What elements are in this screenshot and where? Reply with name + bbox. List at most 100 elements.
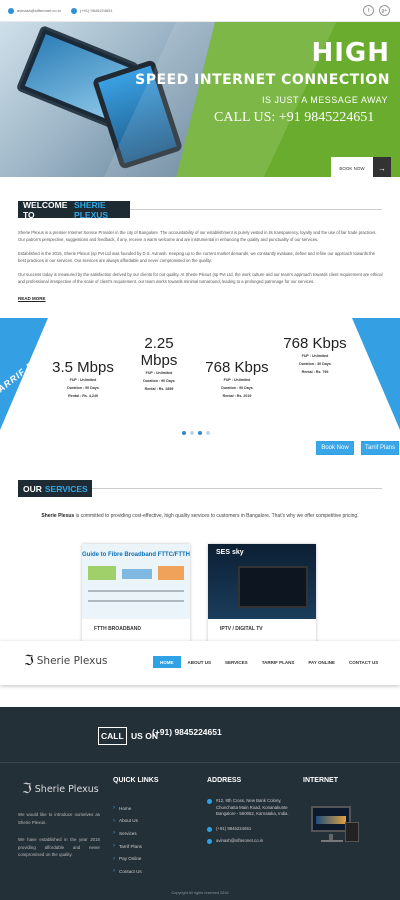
footer-call-phone[interactable]: (+91) 9845224651 [152, 727, 222, 737]
service-card-label: IPTV / DIGITAL TV [220, 626, 263, 632]
footer-address-text: #12, 8th Cross, New Bank Colony, Chuncha… [216, 798, 289, 816]
plan-duration: Duration : 30 Days [299, 362, 331, 366]
footer-phone[interactable]: (+91) 9845224651 [207, 826, 251, 833]
footer-email[interactable]: avinash@sifteronet.co.in [207, 838, 263, 845]
tv-screen [238, 566, 308, 608]
copyright: Copyright All rights reserved 2016 [171, 891, 229, 895]
tariff-banner: TARRIF PLANS TARRIF PLANS 3.5 Mbps FUP :… [0, 318, 400, 430]
hero-tagline: IS JUST A MESSAGE AWAY [261, 95, 388, 105]
plan-fup: FUP : Unlimited [69, 378, 97, 382]
location-icon [207, 799, 212, 804]
ftth-diagram-line [88, 590, 184, 592]
arrow-right-icon: → [373, 157, 391, 177]
footer-call-label: CALL US ON [98, 727, 158, 745]
nav-item-pay-online[interactable]: PAY ONLINE [301, 656, 342, 668]
footer-intro-2: We have established in the year 2015 pro… [18, 837, 100, 857]
plan-fup: FUP : Unlimited [145, 371, 173, 375]
iptv-image-title: SES sky [216, 549, 244, 556]
services-divider [92, 488, 382, 489]
topbar-phone[interactable]: (+91) 9845224651 [70, 7, 113, 14]
hero-book-now-button[interactable]: BOOK NOW → [331, 157, 391, 177]
welcome-title: WELCOME TO SHERIE PLEXUS [18, 199, 130, 220]
address-heading: ADDRESS [207, 777, 242, 784]
plan-duration: Duration : 90 Days [143, 379, 175, 383]
book-now-button[interactable]: Book Now [316, 441, 354, 455]
nav-item-about-us[interactable]: ABOUT US [181, 656, 219, 668]
tablet-image [345, 822, 359, 842]
plan-rental: Rental : Rs. 2895 [144, 387, 174, 391]
service-card-iptv[interactable]: SES sky IPTV / DIGITAL TV [208, 544, 316, 642]
footer-logo-text: Sherie Plexus [34, 783, 99, 795]
topbar-phone-text: (+91) 9845224651 [79, 8, 113, 13]
hero-call: CALL US: +91 9845224651 [214, 110, 375, 125]
read-more-link[interactable]: READ MORE [18, 296, 46, 301]
plan-duration: Duration : 90 Days [67, 386, 99, 390]
plan-speed: 768 Kbps [283, 335, 347, 352]
book-now-label: BOOK NOW [339, 165, 365, 171]
services-intro-text: is committed to providing cost-effective… [74, 513, 359, 519]
footer-logo-icon: ℑ [22, 781, 32, 797]
main-navigation: ℑ Sherie Plexus HOME ABOUT US SERVICES T… [0, 641, 400, 685]
quick-links-heading: QUICK LINKS [113, 777, 159, 784]
plan-fup: FUP : Unlimited [223, 378, 251, 382]
hero-title: HIGH [311, 38, 390, 68]
google-plus-icon[interactable]: g+ [379, 5, 390, 16]
footer-link-pay-online[interactable]: Pay Online [113, 852, 142, 865]
hero-banner: HIGH SPEED INTERNET CONNECTION IS JUST A… [0, 22, 400, 177]
footer-link-contact-us[interactable]: Contact Us [113, 865, 142, 878]
nav-item-contact-us[interactable]: CONTACT US [342, 656, 385, 668]
iptv-image: SES sky [208, 544, 316, 619]
tarrif-plans-button[interactable]: Tarrif Plans [361, 441, 399, 455]
carousel-dots [182, 431, 214, 435]
ftth-diagram-line [88, 600, 184, 602]
carousel-dot[interactable] [206, 431, 210, 435]
tariff-plan-1: 3.5 Mbps FUP : Unlimited Duration : 90 D… [48, 359, 118, 400]
monitor-base [321, 840, 343, 842]
service-card-ftth[interactable]: Guide to Fibre Broadband FTTC/FTTH FTTH … [82, 544, 190, 642]
logo-icon: ℑ [24, 653, 34, 669]
carousel-dot[interactable] [198, 431, 202, 435]
nav-item-home[interactable]: HOME [153, 656, 181, 668]
welcome-paragraph-1: Sherie Plexus is a premier Internet Serv… [18, 230, 377, 242]
nav-menu: HOME ABOUT US SERVICES TARRIF PLANS PAY … [153, 656, 385, 668]
footer-address: #12, 8th Cross, New Bank Colony, Chuncha… [207, 798, 297, 818]
footer-link-about-us[interactable]: About Us [113, 815, 142, 828]
plan-fup: FUP : Unlimited [301, 354, 329, 358]
plan-speed: 3.5 Mbps [52, 359, 114, 376]
site-logo[interactable]: ℑ Sherie Plexus [24, 653, 107, 669]
tariff-plan-3: 768 Kbps FUP : Unlimited Duration : 90 D… [202, 359, 272, 400]
internet-heading: INTERNET [303, 777, 338, 784]
ftth-diagram-block [122, 569, 152, 579]
mail-icon [8, 7, 14, 14]
monitor-screen-content [316, 816, 346, 824]
topbar-email[interactable]: avinash@sifteronet.co.in [8, 7, 61, 14]
welcome-title-brand: SHERIE PLEXUS [74, 199, 109, 220]
footer-link-home[interactable]: Home [113, 802, 142, 815]
nav-item-services[interactable]: SERVICES [218, 656, 255, 668]
services-title-brand: SERVICES [44, 483, 88, 494]
nav-item-tarrif-plans[interactable]: TARRIF PLANS [255, 656, 302, 668]
ftth-image: Guide to Fibre Broadband FTTC/FTTH [82, 544, 190, 619]
services-title-prefix: OUR [23, 483, 42, 494]
welcome-paragraph-2: Established in the 2015, Sherie Plexus (… [18, 251, 376, 263]
plan-rental: Rental : Rs. 799 [301, 370, 329, 374]
services-intro-brand: Sherie Plexus [41, 513, 75, 519]
footer-link-tarrif-plans[interactable]: Tarrif Plans [113, 840, 142, 853]
social-links: f g+ [358, 5, 390, 16]
plan-rental: Rental : Rs. 2019 [222, 394, 252, 398]
ftth-image-title: Guide to Fibre Broadband FTTC/FTTH [82, 552, 190, 558]
tariff-plan-2: 2.25 Mbps FUP : Unlimited Duration : 90 … [124, 335, 194, 393]
welcome-title-prefix: WELCOME TO [23, 199, 68, 220]
plan-duration: Duration : 90 Days [221, 386, 253, 390]
services-title: OUR SERVICES [18, 480, 92, 497]
plan-rental: Rental : Rs. 4,249 [68, 394, 98, 398]
footer-logo: ℑ Sherie Plexus [22, 781, 99, 797]
hero-subtitle: SPEED INTERNET CONNECTION [135, 72, 390, 88]
footer-intro-1: We would like to introduce ourselves as … [18, 812, 100, 825]
footer-email-text: avinash@sifteronet.co.in [216, 838, 264, 843]
services-intro: Sherie Plexus is committed to providing … [0, 513, 400, 519]
carousel-dot[interactable] [182, 431, 186, 435]
carousel-dot[interactable] [190, 431, 194, 435]
facebook-icon[interactable]: f [363, 5, 374, 16]
footer-link-services[interactable]: Services [113, 827, 142, 840]
